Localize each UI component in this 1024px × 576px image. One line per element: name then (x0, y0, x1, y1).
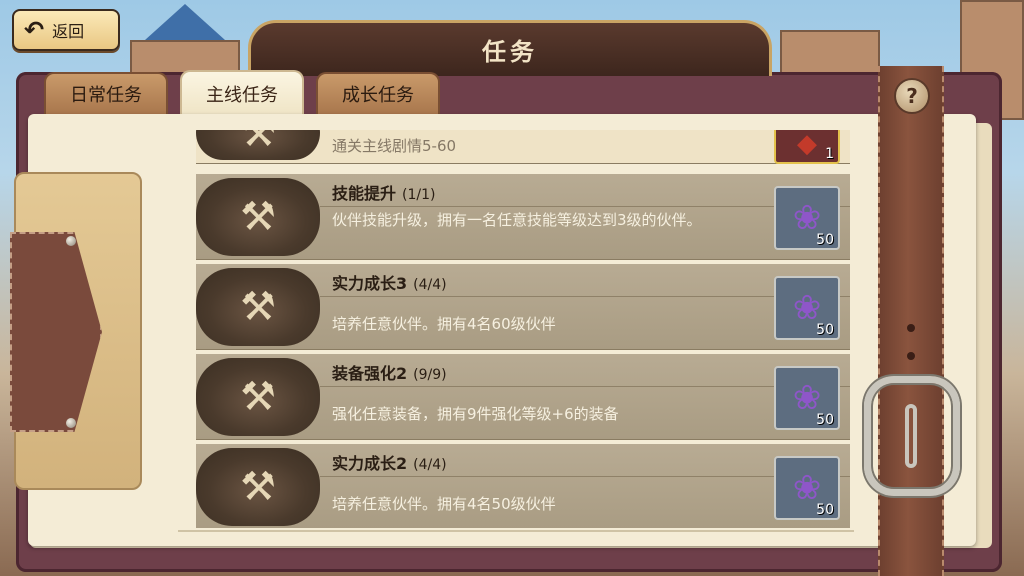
anvil-hammer-icon: ⚒ (196, 178, 320, 256)
row-divider (320, 476, 850, 477)
quest-row[interactable]: ⚒ 实力成长2 (4/4) 培养任意伙伴。拥有4名50级伙伴 ❀ 50 (196, 444, 850, 528)
reward-slot[interactable]: ◆ 1 (774, 130, 840, 164)
quest-icon-glyph: ⚒ (240, 194, 276, 240)
quest-progress: (4/4) (413, 457, 447, 473)
red-crystal-icon: ◆ (797, 130, 817, 159)
quest-description: 培养任意伙伴。拥有4名60级伙伴 (332, 315, 556, 333)
quest-description: 强化任意装备，拥有9件强化等级+6的装备 (332, 405, 619, 423)
quest-name: 实力成长2 (4/4) (332, 450, 447, 474)
back-arrow-icon: ↶ (24, 16, 45, 44)
quest-title: 技能提升 (332, 184, 397, 203)
row-divider (320, 386, 850, 387)
quest-icon-glyph: ⚒ (240, 284, 276, 330)
list-bottom-rule (178, 530, 854, 532)
reward-slot[interactable]: ❀ 50 (774, 276, 840, 340)
reward-count: 1 (825, 146, 834, 162)
anvil-hammer-icon: ⚒ (196, 268, 320, 346)
quest-description: 伙伴技能升级，拥有一名任意技能等级达到3级的伙伴。 (332, 211, 702, 229)
reward-slot[interactable]: ❀ 50 (774, 456, 840, 520)
rivet-icon (66, 236, 76, 246)
back-label: 返回 (52, 22, 85, 41)
quest-row[interactable]: ⚒ 通关主线剧情5-60 ◆ 1 (196, 130, 850, 164)
quest-progress: (1/1) (402, 187, 436, 203)
flaming-sword-icon: ⚒ (196, 130, 320, 160)
quest-title: 实力成长3 (332, 274, 408, 293)
quest-row[interactable]: ⚒ 实力成长3 (4/4) 培养任意伙伴。拥有4名60级伙伴 ❀ 50 (196, 264, 850, 350)
reward-slot[interactable]: ❀ 50 (774, 366, 840, 430)
tab-label: 成长任务 (342, 85, 414, 106)
reward-count: 50 (816, 322, 834, 338)
quest-progress: (9/9) (413, 367, 447, 383)
background-roof (145, 4, 225, 40)
quest-title: 装备强化2 (332, 364, 408, 383)
title-plate: 任务 (248, 20, 772, 76)
reward-count: 50 (816, 502, 834, 518)
quest-row[interactable]: ⚒ 技能提升 (1/1) 伙伴技能升级，拥有一名任意技能等级达到3级的伙伴。 ❀ … (196, 174, 850, 260)
quest-row[interactable]: ⚒ 装备强化2 (9/9) 强化任意装备，拥有9件强化等级+6的装备 ❀ 50 (196, 354, 850, 440)
quest-list[interactable]: ⚒ 通关主线剧情5-60 ◆ 1 ⚒ 技能提升 (1/1) 伙伴技能升级，拥有一名… (176, 130, 852, 528)
buckle-pin (905, 404, 917, 468)
strap-hole (907, 352, 915, 360)
help-button[interactable]: ? (894, 78, 930, 114)
quest-name: 实力成长3 (4/4) (332, 270, 447, 294)
quest-description: 通关主线剧情5-60 (332, 137, 457, 155)
reward-count: 50 (816, 412, 834, 428)
quest-icon-glyph: ⚒ (240, 374, 276, 420)
tab-label: 日常任务 (70, 85, 142, 106)
quest-name: 装备强化2 (9/9) (332, 360, 447, 384)
anvil-hammer-icon: ⚒ (196, 358, 320, 436)
leather-strap (878, 66, 944, 576)
quest-progress: (4/4) (413, 277, 447, 293)
page-title: 任务 (482, 38, 538, 66)
anvil-hammer-icon: ⚒ (196, 448, 320, 526)
back-button[interactable]: ↶ 返回 (12, 9, 120, 51)
quest-description: 培养任意伙伴。拥有4名50级伙伴 (332, 495, 556, 513)
reward-slot[interactable]: ❀ 50 (774, 186, 840, 250)
question-icon: ? (906, 84, 918, 108)
quest-icon-glyph: ⚒ (240, 464, 276, 510)
tab-main[interactable]: 主线任务 (180, 70, 304, 116)
tab-label: 主线任务 (206, 85, 278, 106)
quest-icon-glyph: ⚒ (240, 130, 276, 156)
rivet-icon (66, 418, 76, 428)
tab-growth[interactable]: 成长任务 (316, 72, 440, 114)
quest-name: 技能提升 (1/1) (332, 180, 435, 204)
row-divider (320, 206, 850, 207)
quest-title: 实力成长2 (332, 454, 408, 473)
tab-daily[interactable]: 日常任务 (44, 72, 168, 114)
row-divider (320, 296, 850, 297)
strap-hole (907, 324, 915, 332)
reward-count: 50 (816, 232, 834, 248)
